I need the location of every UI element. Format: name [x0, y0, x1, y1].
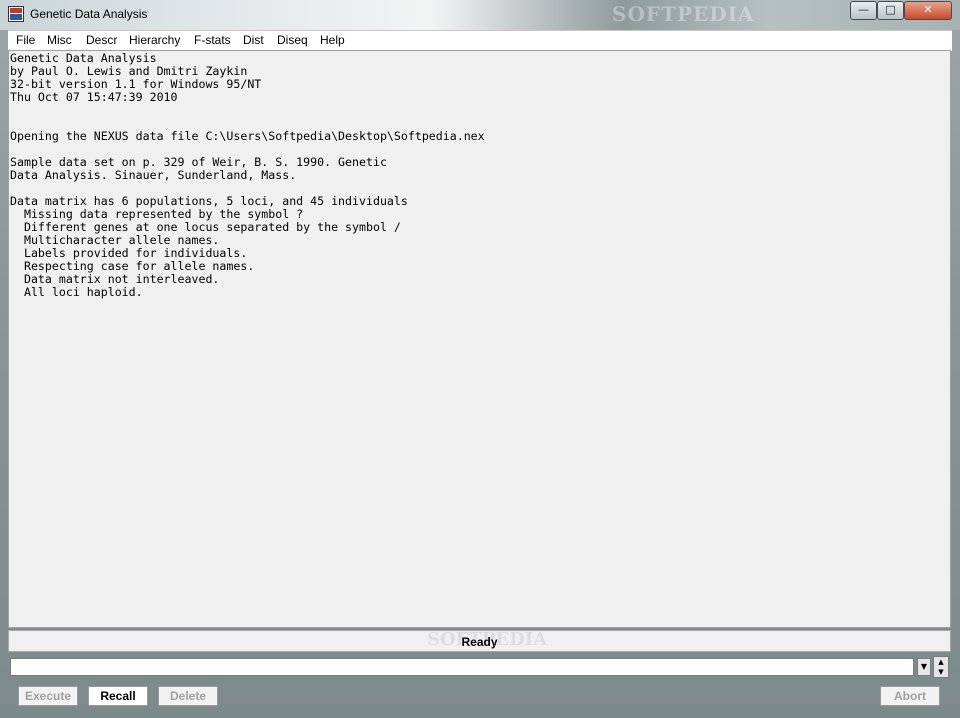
output-text: Genetic Data Analysis by Paul O. Lewis a… — [10, 52, 485, 299]
minimize-button[interactable]: — — [850, 1, 877, 20]
menu-descr[interactable]: Descr — [86, 33, 117, 47]
output-line: Labels provided for individuals. — [10, 246, 248, 260]
delete-button[interactable]: Delete — [158, 686, 218, 706]
output-line: by Paul O. Lewis and Dmitri Zaykin — [10, 64, 248, 78]
menu-dist[interactable]: Dist — [243, 33, 264, 47]
output-line: Respecting case for allele names. — [10, 259, 255, 273]
output-pane[interactable]: Genetic Data Analysis by Paul O. Lewis a… — [8, 50, 951, 628]
app-window: Genetic Data Analysis SOFTPEDIA — □ ✕ Fi… — [0, 0, 960, 718]
status-watermark: SOFTPEDIA — [427, 629, 548, 650]
output-line: Thu Oct 07 15:47:39 2010 — [10, 90, 178, 104]
menu-help[interactable]: Help — [320, 33, 345, 47]
output-line: Missing data represented by the symbol ? — [10, 207, 304, 221]
abort-button[interactable]: Abort — [880, 686, 940, 706]
output-line: Multicharacter allele names. — [10, 233, 220, 247]
command-history-dropdown[interactable]: ▼ — [917, 658, 931, 676]
scroll-down-icon[interactable]: ▼ — [934, 667, 948, 677]
app-icon[interactable] — [8, 6, 24, 22]
output-line: Data Analysis. Sinauer, Sunderland, Mass… — [10, 168, 297, 182]
command-row: ▼ ▲ ▼ — [8, 654, 952, 680]
command-scroll[interactable]: ▲ ▼ — [933, 656, 949, 678]
output-line: Data matrix not interleaved. — [10, 272, 220, 286]
softpedia-watermark: SOFTPEDIA — [612, 2, 755, 26]
output-line: 32-bit version 1.1 for Windows 95/NT — [10, 77, 262, 91]
output-line: Sample data set on p. 329 of Weir, B. S.… — [10, 155, 387, 169]
menu-diseq[interactable]: Diseq — [277, 33, 308, 47]
menu-hierarchy[interactable]: Hierarchy — [129, 33, 180, 47]
menu-fstats[interactable]: F-stats — [194, 33, 231, 47]
output-line: All loci haploid. — [10, 285, 143, 299]
chevron-down-icon: ▼ — [920, 662, 928, 671]
command-input[interactable] — [10, 658, 914, 676]
scroll-up-icon[interactable]: ▲ — [934, 657, 948, 667]
window-title: Genetic Data Analysis — [30, 7, 148, 21]
maximize-button[interactable]: □ — [877, 1, 904, 20]
output-line: Different genes at one locus separated b… — [10, 220, 401, 234]
output-line: Data matrix has 6 populations, 5 loci, a… — [10, 194, 408, 208]
output-line: Genetic Data Analysis — [10, 51, 157, 65]
menu-file[interactable]: File — [16, 33, 35, 47]
status-bar: SOFTPEDIA Ready — [8, 629, 951, 652]
menu-bar: File Misc Descr Hierarchy F-stats Dist D… — [8, 30, 952, 51]
close-button[interactable]: ✕ — [904, 1, 952, 20]
menu-misc[interactable]: Misc — [47, 33, 72, 47]
execute-button[interactable]: Execute — [18, 686, 78, 706]
recall-button[interactable]: Recall — [88, 686, 148, 706]
title-bar[interactable]: Genetic Data Analysis SOFTPEDIA — □ ✕ — [0, 0, 960, 30]
output-line: Opening the NEXUS data file C:\Users\Sof… — [10, 129, 485, 143]
